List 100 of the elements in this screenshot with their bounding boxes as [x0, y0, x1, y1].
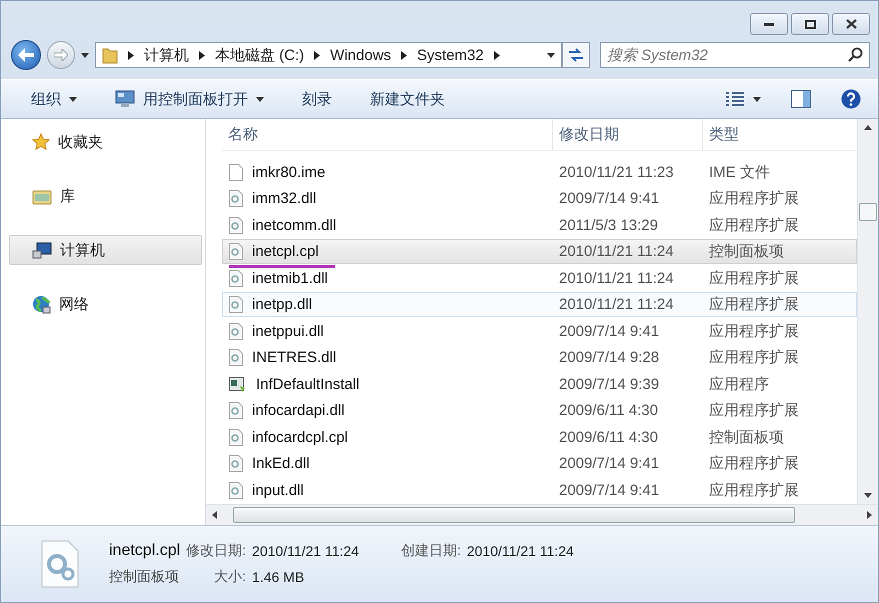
- gear-file-icon: [229, 296, 243, 314]
- file-row[interactable]: InfDefaultInstall 2009/7/14 9:39 应用程序: [222, 371, 857, 397]
- file-type: 应用程序扩展: [708, 189, 800, 208]
- modified-date: 2009/7/14 9:41: [558, 455, 660, 472]
- breadcrumb[interactable]: 本地磁盘 (C:): [215, 46, 304, 64]
- field-label: 修改日期:: [186, 542, 246, 560]
- minimize-icon: [764, 22, 774, 26]
- file-row[interactable]: inetcomm.dll 2011/5/3 13:29 应用程序扩展: [222, 212, 857, 238]
- file-type: 应用程序扩展: [708, 322, 800, 341]
- modified-date: 2010/11/21 11:24: [558, 296, 675, 314]
- file-type: 应用程序扩展: [708, 454, 800, 474]
- file-row[interactable]: imkr80.ime 2010/11/21 11:23 IME 文件: [222, 159, 857, 185]
- file-row[interactable]: infocardapi.dll 2009/6/11 4:30 应用程序扩展: [222, 398, 857, 424]
- file-name: imm32.dll: [252, 190, 316, 208]
- search-field[interactable]: 搜索 System32: [600, 42, 870, 68]
- caret-icon: [69, 96, 77, 102]
- file-name: InkEd.dll: [252, 455, 310, 472]
- chevron-icon[interactable]: [199, 50, 205, 60]
- sidebar-item[interactable]: 库: [9, 181, 202, 211]
- file-name: inetcpl.cpl: [252, 243, 319, 260]
- sidebar-item[interactable]: 网络: [9, 289, 202, 319]
- close-button[interactable]: [832, 13, 870, 35]
- file-name: infocardapi.dll: [252, 402, 345, 420]
- modified-date: 2009/7/14 9:41: [558, 482, 660, 499]
- file-row[interactable]: input.dll 2009/7/14 9:41 应用程序扩展: [222, 478, 857, 504]
- library-icon: [32, 188, 52, 204]
- gear-file-icon: [229, 190, 243, 208]
- file-type: 应用程序扩展: [708, 268, 800, 288]
- column-header[interactable]: 修改日期: [552, 119, 702, 150]
- breadcrumb[interactable]: System32: [417, 46, 484, 64]
- file-type: 应用程序扩展: [708, 295, 800, 314]
- file-type: 控制面板项: [109, 568, 180, 586]
- column-header[interactable]: 名称: [222, 119, 552, 150]
- breadcrumb[interactable]: 计算机: [144, 46, 189, 64]
- close-icon: [846, 19, 856, 29]
- scroll-up-icon[interactable]: [864, 125, 872, 130]
- address-bar[interactable]: 计算机 本地磁盘 (C:) Windows System32: [95, 42, 562, 68]
- toolbar-button[interactable]: 用控制面板打开: [107, 86, 272, 112]
- gear-file-icon: [229, 216, 243, 234]
- gear-file-icon: [41, 540, 79, 588]
- file-type: 应用程序扩展: [708, 348, 800, 368]
- field-value: 1.46 MB: [252, 569, 306, 586]
- chevron-icon[interactable]: [128, 50, 134, 60]
- toolbar-button[interactable]: 刻录: [294, 86, 340, 112]
- scroll-left-icon[interactable]: [212, 511, 217, 519]
- gear-file-icon: [229, 322, 243, 340]
- scroll-down-icon[interactable]: [864, 493, 872, 498]
- file-name: INETRES.dll: [252, 349, 336, 366]
- file-type: IME 文件: [708, 162, 771, 182]
- caret-icon: [256, 96, 264, 102]
- modified-date: 2010/11/21 11:24: [558, 243, 675, 260]
- file-row[interactable]: inetpp.dll 2010/11/21 11:24 应用程序扩展: [222, 292, 857, 318]
- preview-pane-button[interactable]: [788, 87, 814, 111]
- vertical-scrollbar[interactable]: [857, 119, 878, 504]
- minimize-button[interactable]: [750, 13, 788, 35]
- globe-icon: [32, 294, 51, 314]
- gear-file-icon: [229, 349, 243, 366]
- file-row[interactable]: infocardcpl.cpl 2009/6/11 4:30 控制面板项: [222, 424, 857, 450]
- preview-pane-icon: [791, 90, 811, 108]
- file-row[interactable]: imm32.dll 2009/7/14 9:41 应用程序扩展: [222, 186, 857, 212]
- field-value: 2010/11/21 11:24: [466, 542, 574, 559]
- breadcrumb[interactable]: Windows: [330, 46, 392, 64]
- modified-date: 2009/7/14 9:41: [558, 190, 660, 208]
- chevron-icon[interactable]: [494, 50, 500, 60]
- sidebar-item[interactable]: 收藏夹: [9, 127, 202, 157]
- file-row[interactable]: InkEd.dll 2009/7/14 9:41 应用程序扩展: [222, 451, 857, 477]
- refresh-button[interactable]: [562, 42, 590, 68]
- file-icon: [229, 164, 243, 181]
- star-icon: [32, 133, 50, 151]
- scroll-right-icon[interactable]: [867, 511, 872, 519]
- file-name: input.dll: [252, 482, 304, 499]
- file-name: imkr80.ime: [252, 164, 326, 181]
- modified-date: 2010/11/21 11:24: [558, 270, 675, 287]
- chevron-icon[interactable]: [314, 50, 320, 60]
- modified-date: 2009/7/14 9:41: [558, 322, 660, 340]
- field-label: 创建日期:: [400, 542, 461, 560]
- file-row[interactable]: INETRES.dll 2009/7/14 9:28 应用程序扩展: [222, 344, 857, 370]
- modified-date: 2011/5/3 13:29: [558, 216, 659, 234]
- toolbar-button[interactable]: 组织: [23, 86, 85, 112]
- gear-file-icon: [229, 243, 243, 260]
- field-label: 大小:: [213, 568, 246, 586]
- address-dropdown-icon: [547, 52, 555, 58]
- back-button[interactable]: [11, 40, 41, 70]
- folder-icon: [102, 46, 118, 64]
- chevron-icon[interactable]: [401, 50, 408, 60]
- horizontal-scrollbar[interactable]: [206, 504, 878, 525]
- modified-date: 2009/7/14 9:28: [558, 349, 660, 366]
- file-name: inetmib1.dll: [252, 270, 328, 287]
- maximize-button[interactable]: [791, 13, 829, 35]
- sidebar-item[interactable]: 计算机: [9, 235, 202, 265]
- file-name: InfDefaultInstall: [256, 376, 360, 393]
- scroll-thumb[interactable]: [859, 202, 877, 220]
- maximize-icon: [804, 20, 816, 28]
- file-row[interactable]: inetppui.dll 2009/7/14 9:41 应用程序扩展: [222, 318, 857, 344]
- toolbar-button[interactable]: 新建文件夹: [362, 86, 453, 112]
- scroll-thumb[interactable]: [233, 507, 795, 523]
- control-panel-icon: [115, 90, 135, 108]
- file-row[interactable]: inetmib1.dll 2010/11/21 11:24 应用程序扩展: [222, 265, 857, 291]
- caret-icon: [753, 96, 761, 102]
- file-name: infocardcpl.cpl: [252, 428, 348, 446]
